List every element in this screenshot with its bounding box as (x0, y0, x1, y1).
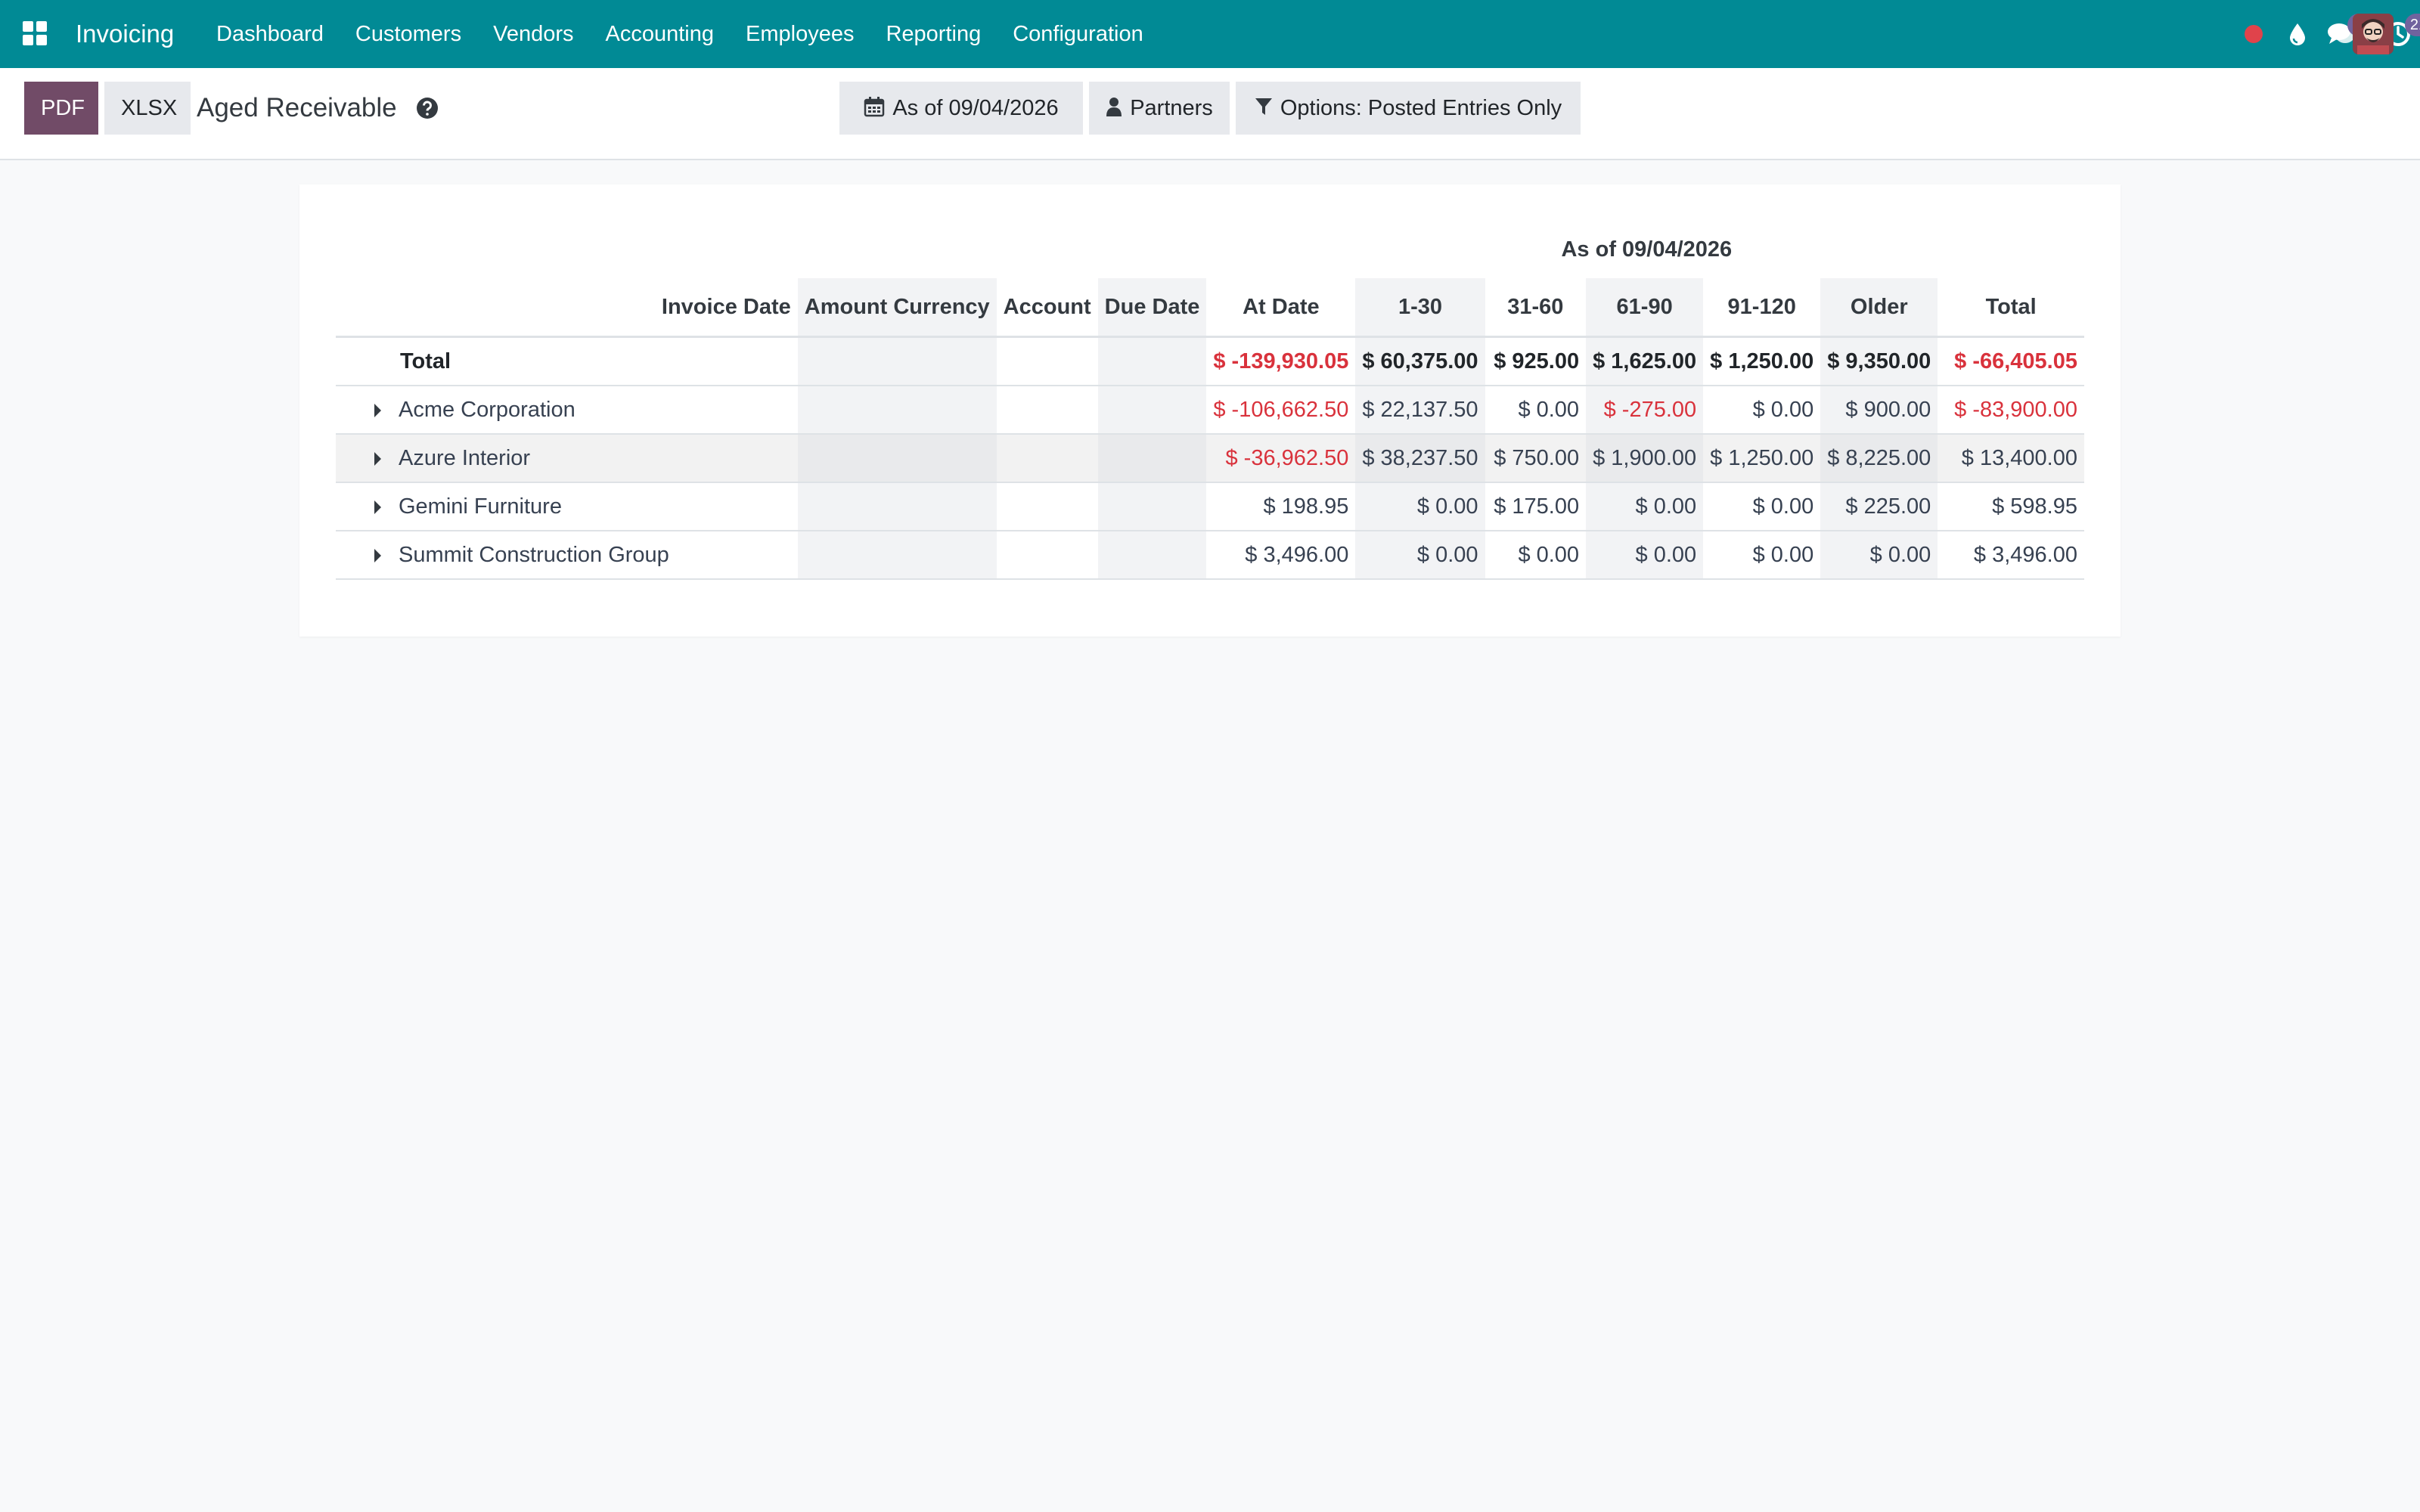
cell-older: $ 900.00 (1820, 386, 1938, 435)
total-at-date: $ -139,930.05 (1206, 336, 1356, 386)
column-header-at-date: At Date (1206, 278, 1356, 338)
total-total: $ -66,405.05 (1938, 336, 2084, 386)
page-title: Aged Receivable (197, 93, 397, 122)
column-header-61-90: 61-90 (1586, 278, 1704, 338)
total-label: Total (400, 349, 451, 373)
total-91-120: $ 1,250.00 (1703, 336, 1821, 386)
xlsx-button[interactable]: XLSX (104, 82, 191, 135)
cell-31-60: $ 750.00 (1485, 434, 1587, 483)
total-31-60: $ 925.00 (1485, 336, 1587, 386)
pdf-button[interactable]: PDF (24, 82, 98, 135)
cell-older: $ 8,225.00 (1820, 434, 1938, 483)
menu-reporting[interactable]: Reporting (870, 0, 997, 68)
user-menu[interactable] (2350, 0, 2396, 68)
user-avatar-icon (2353, 14, 2394, 54)
cell-31-60: $ 0.00 (1485, 386, 1587, 435)
caret-right-icon[interactable] (374, 403, 381, 417)
period-header-row: As of 09/04/2026 (336, 221, 2084, 278)
column-header-91-120: 91-120 (1703, 278, 1821, 338)
partners-filter-label: Partners (1130, 96, 1213, 120)
cell-total: $ 13,400.00 (1938, 434, 2084, 483)
partners-filter-button[interactable]: Partners (1089, 82, 1230, 135)
cell-total: $ 598.95 (1938, 482, 2084, 531)
column-header-invoice-date: Invoice Date (336, 278, 798, 338)
column-header-total: Total (1938, 278, 2084, 338)
cell-31-60: $ 175.00 (1485, 482, 1587, 531)
column-header-amount-currency: Amount Currency (797, 278, 997, 338)
period-header: As of 09/04/2026 (1561, 237, 1733, 262)
cell-1-30: $ 0.00 (1355, 531, 1485, 580)
record-dot-icon (2245, 25, 2263, 43)
menu-employees[interactable]: Employees (730, 0, 870, 68)
cell-1-30: $ 38,237.50 (1355, 434, 1485, 483)
cell-total: $ -83,900.00 (1938, 386, 2084, 435)
cell-91-120: $ 0.00 (1703, 531, 1821, 580)
partner-row-gemini-furniture[interactable]: Gemini Furniture $ 198.95 $ 0.00 $ 175.0… (336, 482, 2084, 531)
caret-right-icon[interactable] (374, 500, 381, 514)
partner-name[interactable]: Gemini Furniture (399, 494, 562, 519)
top-navbar: Invoicing Dashboard Customers Vendors Ac… (0, 0, 2420, 68)
help-icon[interactable] (416, 97, 439, 119)
cell-61-90: $ 0.00 (1586, 531, 1704, 580)
date-filter-label: As of 09/04/2026 (892, 96, 1059, 120)
report-sheet: As of 09/04/2026 Invoice Date Amount Cur… (299, 184, 2121, 637)
column-header-31-60: 31-60 (1485, 278, 1587, 338)
main-menu: Dashboard Customers Vendors Accounting E… (216, 0, 1159, 68)
total-1-30: $ 60,375.00 (1355, 336, 1485, 386)
cell-at-date: $ -106,662.50 (1206, 386, 1356, 435)
partner-name[interactable]: Acme Corporation (399, 398, 576, 422)
column-header-older: Older (1820, 278, 1938, 338)
caret-right-icon[interactable] (374, 451, 381, 466)
cell-1-30: $ 22,137.50 (1355, 386, 1485, 435)
partner-row-acme-corporation[interactable]: Acme Corporation $ -106,662.50 $ 22,137.… (336, 386, 2084, 435)
cell-91-120: $ 0.00 (1703, 482, 1821, 531)
cell-61-90: $ -275.00 (1586, 386, 1704, 435)
cell-91-120: $ 1,250.00 (1703, 434, 1821, 483)
droplet-icon (2290, 23, 2305, 45)
column-header-account: Account (996, 278, 1098, 338)
cell-31-60: $ 0.00 (1485, 531, 1587, 580)
caret-right-icon[interactable] (374, 548, 381, 562)
user-icon (1106, 98, 1122, 117)
cell-61-90: $ 0.00 (1586, 482, 1704, 531)
cell-at-date: $ -36,962.50 (1206, 434, 1356, 483)
menu-customers[interactable]: Customers (340, 0, 477, 68)
partner-name[interactable]: Azure Interior (399, 446, 530, 470)
app-brand[interactable]: Invoicing (76, 0, 174, 68)
debug-toggle[interactable] (2282, 0, 2313, 68)
options-filter-button[interactable]: Options: Posted Entries Only (1236, 82, 1581, 135)
cell-total: $ 3,496.00 (1938, 531, 2084, 580)
menu-accounting[interactable]: Accounting (590, 0, 731, 68)
date-filter-button[interactable]: As of 09/04/2026 (839, 82, 1083, 135)
menu-dashboard[interactable]: Dashboard (216, 0, 340, 68)
partner-row-azure-interior[interactable]: Azure Interior $ -36,962.50 $ 38,237.50 … (336, 434, 2084, 483)
filter-icon (1255, 98, 1272, 116)
cell-61-90: $ 1,900.00 (1586, 434, 1704, 483)
apps-grid-icon[interactable] (23, 21, 47, 45)
column-header-due-date: Due Date (1097, 278, 1207, 338)
aged-receivable-table: As of 09/04/2026 Invoice Date Amount Cur… (336, 221, 2084, 580)
control-panel: PDF XLSX Aged Receivable As of 09/04/202… (0, 68, 2420, 160)
partner-row-summit-construction-group[interactable]: Summit Construction Group $ 3,496.00 $ 0… (336, 531, 2084, 580)
menu-vendors[interactable]: Vendors (477, 0, 589, 68)
options-filter-label: Options: Posted Entries Only (1280, 96, 1562, 120)
total-row: Total $ -139,930.05 $ 60,375.00 $ 925.00… (336, 336, 2084, 386)
avatar (2353, 14, 2394, 54)
column-header-1-30: 1-30 (1355, 278, 1485, 338)
recording-indicator[interactable] (2238, 0, 2269, 68)
calendar-icon (864, 97, 885, 117)
total-older: $ 9,350.00 (1820, 336, 1938, 386)
cell-91-120: $ 0.00 (1703, 386, 1821, 435)
total-61-90: $ 1,625.00 (1586, 336, 1704, 386)
cell-at-date: $ 3,496.00 (1206, 531, 1356, 580)
partner-name[interactable]: Summit Construction Group (399, 543, 669, 567)
cell-older: $ 0.00 (1820, 531, 1938, 580)
cell-at-date: $ 198.95 (1206, 482, 1356, 531)
menu-configuration[interactable]: Configuration (997, 0, 1159, 68)
column-header-row: Invoice Date Amount Currency Account Due… (336, 278, 2084, 338)
cell-older: $ 225.00 (1820, 482, 1938, 531)
cell-1-30: $ 0.00 (1355, 482, 1485, 531)
